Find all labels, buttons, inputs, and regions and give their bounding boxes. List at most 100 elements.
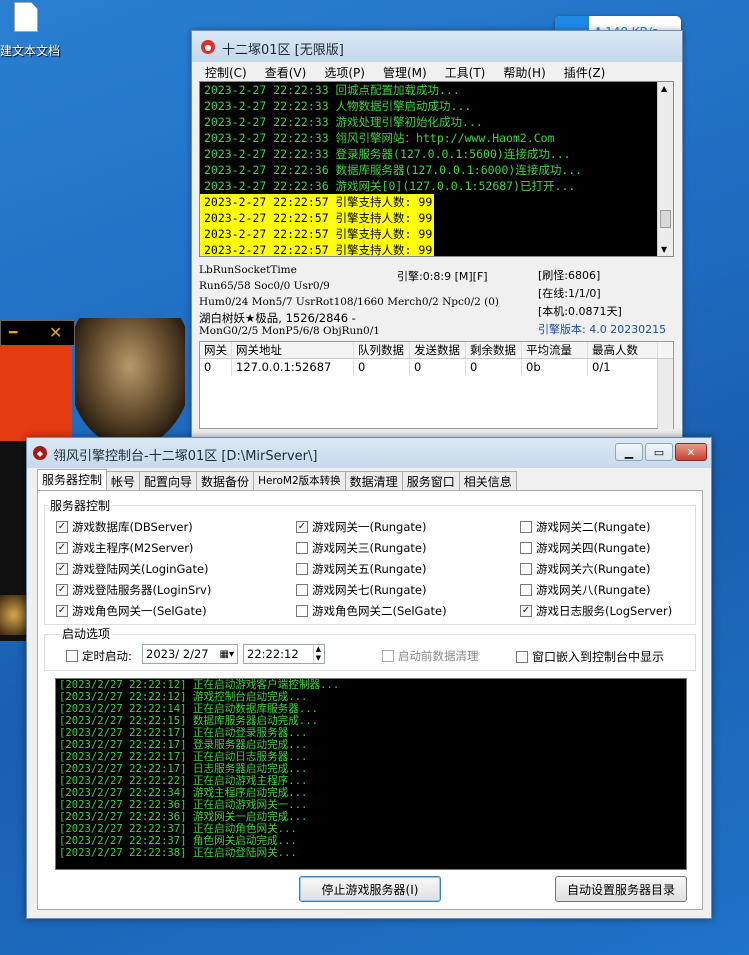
console-window-title: 翎风引擎控制台-十二塚01区 [D:\MirServer\] (53, 449, 318, 464)
checkbox-box (296, 605, 308, 617)
log-line-text: 2023-2-27 22:22:33 人物数据引擎启动成功... (204, 99, 472, 113)
server-checkbox[interactable]: 游戏网关六(Rungate) (520, 561, 650, 577)
console-log-line: [2023/2/27 22:22:22] 正在启动游戏主程序... (59, 775, 308, 787)
game-window-titlebar[interactable]: ━ ✕ (0, 320, 75, 346)
tab-data-backup[interactable]: 数据备份 (196, 471, 255, 490)
log-line-text: 2023-2-27 22:22:33 翎风引擎网站：http://www.Hao… (204, 131, 555, 145)
gateway-table[interactable]: 网关 网关地址 队列数据 发送数据 剩余数据 平均流量 最高人数 0 127.0… (199, 341, 674, 429)
menu-options[interactable]: 选项(P) (315, 64, 374, 81)
log-line-text: 2023-2-27 22:22:36 游戏网关[0](127.0.0.1:526… (204, 179, 576, 193)
scroll-up-icon[interactable]: ▲ (661, 84, 667, 93)
embed-window-label: 窗口嵌入到控制台中显示 (532, 650, 665, 664)
tab-server-control[interactable]: 服务器控制 (37, 469, 108, 490)
status-hum: Hum0/24 Mon5/7 UsrRot108/1660 Merch0/2 N… (199, 296, 499, 308)
server-checkbox-label: 游戏登陆服务器(LoginSrv) (72, 583, 212, 597)
server-checkbox[interactable]: 游戏网关八(Rungate) (520, 582, 650, 598)
cell-remain: 0 (466, 359, 522, 376)
time-spinner-icon[interactable]: ▲ ▼ (312, 645, 323, 663)
table-scrollbar[interactable] (657, 359, 673, 429)
menu-view[interactable]: 查看(V) (256, 64, 316, 81)
tab-account[interactable]: 帐号 (106, 471, 141, 490)
log-line-text: 2023-2-27 22:22:57 引擎支持人数: 99 (200, 242, 435, 256)
embed-window-checkbox[interactable]: 窗口嵌入到控制台中显示 (516, 648, 664, 665)
start-time-field[interactable]: 22:22:12 ▲ ▼ (243, 644, 325, 664)
log-line-text: 2023-2-27 22:22:36 数据库服务器(127.0.0.1:6000… (204, 163, 583, 177)
start-date-picker[interactable]: 2023/ 2/27 ▦▾ (142, 644, 238, 664)
server-checkbox[interactable]: ✓ 游戏日志服务(LogServer) (520, 603, 672, 619)
game-statue-image (75, 318, 185, 438)
gateway-table-header: 网关 网关地址 队列数据 发送数据 剩余数据 平均流量 最高人数 (200, 342, 673, 359)
minimize-button[interactable]: ▁ (615, 443, 643, 461)
engine-log-panel[interactable]: 2023-2-27 22:22:33 回城点配置加载成功... 2023-2-27… (199, 81, 674, 257)
log-scrollbar[interactable]: ▲ ▼ (657, 82, 673, 256)
server-control-group-label: 服务器控制 (48, 497, 113, 514)
server-checkbox[interactable]: ✓ 游戏登陆服务器(LoginSrv) (56, 582, 211, 598)
server-checkbox[interactable]: 游戏网关五(Rungate) (296, 561, 426, 577)
minimize-icon[interactable]: ━ (9, 325, 17, 341)
console-log-line: [2023/2/27 22:22:38] 正在启动登陆网关... (59, 847, 297, 859)
close-button[interactable]: ✕ (675, 443, 707, 461)
tab-related-info[interactable]: 相关信息 (458, 471, 517, 490)
tab-config-wizard[interactable]: 配置向导 (139, 471, 198, 490)
calendar-icon[interactable]: ▦▾ (220, 649, 234, 660)
server-checkbox[interactable]: ✓ 游戏网关一(Rungate) (296, 519, 426, 535)
cell-send: 0 (410, 359, 466, 376)
engine-window-title: 十二塚01区 [无限版] (222, 43, 344, 58)
engine-window-titlebar[interactable]: ● 十二塚01区 [无限版] (192, 31, 682, 62)
server-checkbox[interactable]: 游戏网关七(Rungate) (296, 582, 426, 598)
server-checkbox-label: 游戏日志服务(LogServer) (536, 604, 673, 618)
log-line-text: 2023-2-27 22:22:57 引擎支持人数: 99 (200, 210, 435, 226)
auto-set-dir-button[interactable]: 自动设置服务器目录 (555, 876, 687, 902)
close-icon: ✕ (686, 445, 696, 459)
server-checkbox[interactable]: ✓ 游戏登陆网关(LoginGate) (56, 561, 209, 577)
checkmark-icon: ✓ (56, 542, 68, 554)
server-checkbox-label: 游戏角色网关一(SelGate) (72, 604, 207, 618)
server-checkbox-label: 游戏网关四(Rungate) (536, 541, 651, 555)
log-line: 2023-2-27 22:22:33 登录服务器(127.0.0.1:5600)… (200, 146, 673, 162)
tab-service-window[interactable]: 服务窗口 (401, 471, 460, 490)
console-log-panel[interactable]: [2023/2/27 22:22:12] 正在启动游戏客户端控制器... [202… (55, 678, 687, 870)
stop-server-button[interactable]: 停止游戏服务器(I) (299, 876, 441, 902)
close-icon[interactable]: ✕ (49, 323, 62, 342)
maximize-button[interactable]: ▭ (645, 443, 673, 461)
checkbox-box (296, 584, 308, 596)
console-log-line: [2023/2/27 22:22:36] 游戏网关一启动完成... (59, 811, 308, 823)
server-checkbox[interactable]: ✓ 游戏角色网关一(SelGate) (56, 603, 207, 619)
menu-manage[interactable]: 管理(M) (374, 64, 436, 81)
scroll-thumb[interactable] (660, 210, 671, 228)
menu-tools[interactable]: 工具(T) (436, 64, 495, 81)
text-file-icon (14, 2, 38, 32)
desktop-icon-label: 建文本文档 (0, 44, 61, 58)
checkbox-box (520, 521, 532, 533)
tab-data-clean[interactable]: 数据清理 (344, 471, 403, 490)
checkbox-box (516, 650, 528, 663)
server-checkbox-label: 游戏数据库(DBServer) (72, 520, 193, 534)
tab-herom2-convert[interactable]: HeroM2版本转换 (253, 471, 346, 490)
menu-plugins[interactable]: 插件(Z) (555, 64, 615, 81)
checkbox-box (296, 563, 308, 575)
table-row[interactable]: 0 127.0.0.1:52687 0 0 0 0b 0/1 (200, 359, 673, 376)
desktop-icon-text-file[interactable]: 建文本文档 (0, 0, 70, 70)
server-checkbox[interactable]: ✓ 游戏数据库(DBServer) (56, 519, 193, 535)
server-checkbox[interactable]: 游戏角色网关二(SelGate) (296, 603, 447, 619)
col-queue: 队列数据 (354, 342, 410, 358)
server-checkbox-label: 游戏网关六(Rungate) (536, 562, 651, 576)
server-checkbox[interactable]: 游戏网关三(Rungate) (296, 540, 426, 556)
scroll-down-icon[interactable]: ▼ (661, 245, 667, 254)
status-monster: [刷怪:6806] (538, 269, 601, 282)
log-line: 2023-2-27 22:22:57 引擎支持人数: 99 (200, 226, 673, 242)
start-time-value: 22:22:12 (247, 647, 299, 661)
col-avg-traffic: 平均流量 (522, 342, 588, 358)
server-checkbox[interactable]: 游戏网关二(Rungate) (520, 519, 650, 535)
server-checkbox[interactable]: ✓ 游戏主程序(M2Server) (56, 540, 193, 556)
timed-start-checkbox[interactable]: 定时启动: (66, 648, 132, 664)
pre-clean-checkbox[interactable]: 启动前数据清理 (382, 648, 479, 664)
console-window-titlebar[interactable]: ◆ 翎风引擎控制台-十二塚01区 [D:\MirServer\] ▁ ▭ ✕ (27, 438, 711, 468)
server-checkbox-label: 游戏主程序(M2Server) (72, 541, 194, 555)
console-log-line: [2023/2/27 22:22:37] 角色网关启动完成... (59, 835, 297, 847)
menu-help[interactable]: 帮助(H) (494, 64, 554, 81)
server-checkbox[interactable]: 游戏网关四(Rungate) (520, 540, 650, 556)
console-window: ◆ 翎风引擎控制台-十二塚01区 [D:\MirServer\] ▁ ▭ ✕ 服… (26, 437, 712, 919)
checkbox-box (296, 542, 308, 554)
menu-control[interactable]: 控制(C) (196, 64, 256, 81)
